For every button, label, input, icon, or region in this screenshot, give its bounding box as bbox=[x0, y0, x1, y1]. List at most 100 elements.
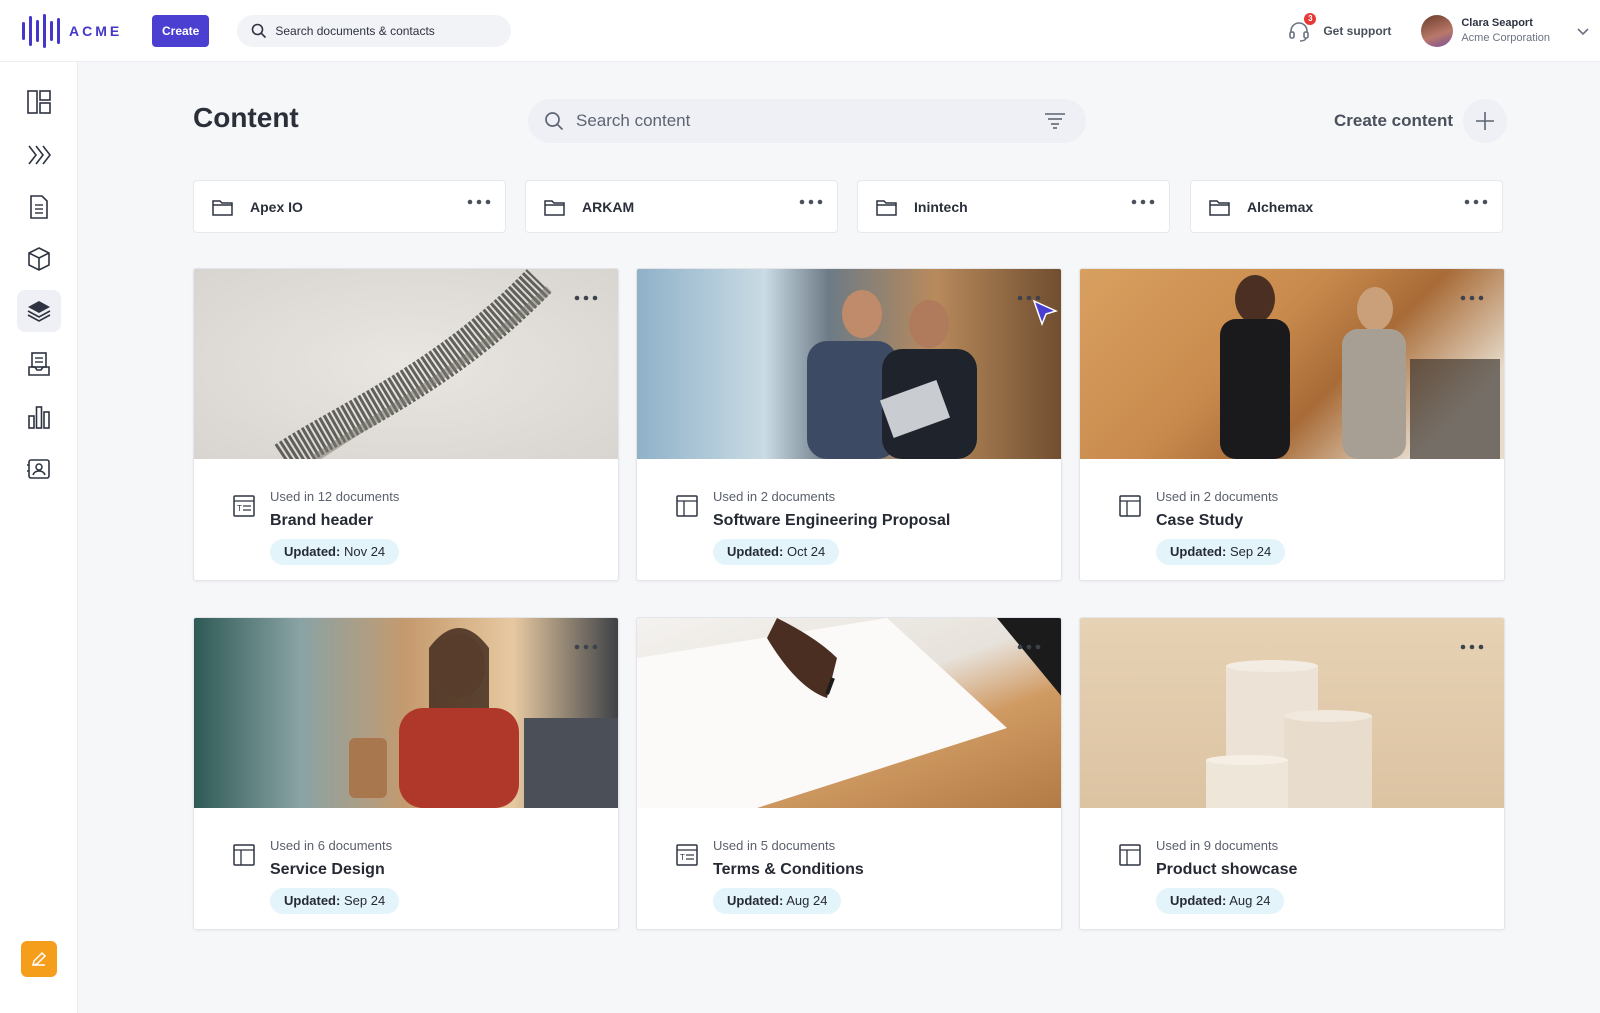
text-block-icon: T bbox=[233, 495, 255, 517]
bar-chart-icon bbox=[28, 406, 50, 429]
content-card[interactable]: T Used in 5 documents Terms & Conditions… bbox=[636, 617, 1062, 930]
updated-badge: Updated: Sep 24 bbox=[1156, 539, 1286, 565]
layout-icon bbox=[676, 495, 698, 517]
more-options-icon[interactable] bbox=[799, 199, 823, 205]
content-card[interactable]: Used in 2 documents Case Study Updated: … bbox=[1079, 268, 1505, 581]
updated-label: Updated: bbox=[727, 544, 784, 559]
card-thumbnail bbox=[194, 618, 618, 808]
folder-icon bbox=[212, 199, 233, 216]
folder-item[interactable]: Alchemax bbox=[1190, 180, 1503, 233]
updated-label: Updated: bbox=[284, 544, 341, 559]
updated-badge: Updated: Oct 24 bbox=[713, 539, 840, 565]
layout-icon bbox=[233, 844, 255, 866]
search-icon bbox=[252, 23, 267, 38]
get-support-label: Get support bbox=[1323, 23, 1392, 38]
more-options-icon[interactable] bbox=[574, 295, 598, 301]
updated-label: Updated: bbox=[727, 893, 784, 908]
user-org: Acme Corporation bbox=[1461, 31, 1550, 44]
sidebar-item-content[interactable] bbox=[17, 290, 61, 332]
plus-icon bbox=[1463, 99, 1508, 143]
acme-logo[interactable]: ACME bbox=[22, 13, 140, 48]
card-thumbnail bbox=[1080, 269, 1504, 459]
card-thumbnail bbox=[637, 618, 1061, 808]
folder-row: Apex IO ARKAM Inintech Alchemax bbox=[193, 180, 1503, 233]
create-content-label: Create content bbox=[1334, 111, 1454, 130]
usage-count: Used in 12 documents bbox=[270, 489, 400, 504]
user-info[interactable]: Clara Seaport Acme Corporation bbox=[1461, 16, 1550, 46]
document-icon bbox=[30, 195, 48, 219]
more-options-icon[interactable] bbox=[1464, 199, 1488, 205]
card-thumbnail bbox=[1080, 618, 1504, 808]
folder-name: ARKAM bbox=[582, 198, 635, 215]
contact-card-icon bbox=[27, 459, 50, 479]
folder-item[interactable]: Apex IO bbox=[193, 180, 506, 233]
folder-item[interactable]: Inintech bbox=[857, 180, 1170, 233]
sidebar-item-documents[interactable] bbox=[17, 186, 61, 228]
sidebar-item-analytics[interactable] bbox=[17, 396, 61, 438]
create-content-button[interactable]: Create content bbox=[1334, 99, 1508, 143]
chevron-down-icon[interactable] bbox=[1576, 24, 1590, 38]
card-title: Product showcase bbox=[1156, 861, 1298, 878]
content-card[interactable]: Used in 9 documents Product showcase Upd… bbox=[1079, 617, 1505, 930]
card-title: Service Design bbox=[270, 861, 385, 878]
get-support-button[interactable]: 3 Get support bbox=[1287, 12, 1392, 43]
more-options-icon[interactable] bbox=[1460, 644, 1484, 650]
user-name: Clara Seaport bbox=[1461, 16, 1533, 29]
content-card[interactable]: Used in 6 documents Service Design Updat… bbox=[193, 617, 619, 930]
folder-name: Alchemax bbox=[1247, 198, 1314, 215]
sidebar-item-dashboard[interactable] bbox=[17, 81, 61, 123]
more-options-icon[interactable] bbox=[1131, 199, 1155, 205]
box-icon bbox=[28, 247, 50, 271]
card-thumbnail bbox=[194, 269, 618, 474]
usage-count: Used in 6 documents bbox=[270, 838, 393, 853]
global-search-input[interactable]: Search documents & contacts bbox=[237, 14, 512, 47]
card-title: Terms & Conditions bbox=[713, 861, 864, 878]
updated-label: Updated: bbox=[1170, 544, 1227, 559]
folder-name: Inintech bbox=[914, 198, 968, 215]
content-search-bar[interactable] bbox=[528, 99, 1086, 143]
content-card[interactable]: Used in 2 documents Software Engineering… bbox=[636, 268, 1062, 581]
card-title: Software Engineering Proposal bbox=[713, 512, 951, 529]
more-options-icon[interactable] bbox=[1460, 295, 1484, 301]
brand-name: ACME bbox=[69, 22, 123, 39]
updated-date: Oct 24 bbox=[786, 544, 826, 559]
updated-label: Updated: bbox=[284, 893, 341, 908]
create-button[interactable]: Create bbox=[152, 14, 210, 47]
updated-badge: Updated: Sep 24 bbox=[270, 888, 400, 914]
global-search-placeholder: Search documents & contacts bbox=[275, 23, 435, 38]
updated-badge: Updated: Aug 24 bbox=[713, 888, 842, 914]
logo-bars-icon bbox=[22, 13, 60, 48]
sidebar-item-products[interactable] bbox=[17, 238, 61, 280]
filter-icon[interactable] bbox=[1044, 112, 1066, 130]
svg-text:T: T bbox=[680, 853, 685, 862]
updated-date: Aug 24 bbox=[1229, 893, 1271, 908]
sidebar-item-workflows[interactable] bbox=[17, 134, 61, 176]
content-search-input[interactable] bbox=[576, 111, 1016, 131]
folder-icon bbox=[544, 199, 565, 216]
cursor-pointer-icon bbox=[1032, 299, 1058, 327]
user-avatar[interactable] bbox=[1421, 14, 1454, 47]
updated-date: Aug 24 bbox=[786, 893, 828, 908]
card-title: Brand header bbox=[270, 512, 374, 529]
folder-item[interactable]: ARKAM bbox=[525, 180, 838, 233]
page-title: Content bbox=[193, 102, 299, 133]
more-options-icon[interactable] bbox=[467, 199, 491, 205]
dashboard-icon bbox=[27, 90, 51, 114]
content-card[interactable]: T Used in 12 documents Brand header Upda… bbox=[193, 268, 619, 581]
pencil-icon bbox=[31, 951, 47, 967]
text-block-icon: T bbox=[676, 844, 698, 866]
usage-count: Used in 2 documents bbox=[1156, 489, 1279, 504]
more-options-icon[interactable] bbox=[1017, 644, 1041, 650]
updated-label: Updated: bbox=[1170, 893, 1227, 908]
sidebar-item-inbox[interactable] bbox=[17, 343, 61, 385]
edit-button[interactable] bbox=[21, 941, 57, 977]
sidebar-item-contacts[interactable] bbox=[17, 448, 61, 490]
card-thumbnail bbox=[637, 269, 1061, 459]
notification-badge: 3 bbox=[1304, 12, 1317, 25]
layers-icon bbox=[27, 301, 51, 322]
folder-icon bbox=[1209, 199, 1230, 216]
more-options-icon[interactable] bbox=[574, 644, 598, 650]
svg-text:T: T bbox=[237, 504, 242, 513]
updated-badge: Updated: Aug 24 bbox=[1156, 888, 1285, 914]
layout-icon bbox=[1119, 495, 1141, 517]
